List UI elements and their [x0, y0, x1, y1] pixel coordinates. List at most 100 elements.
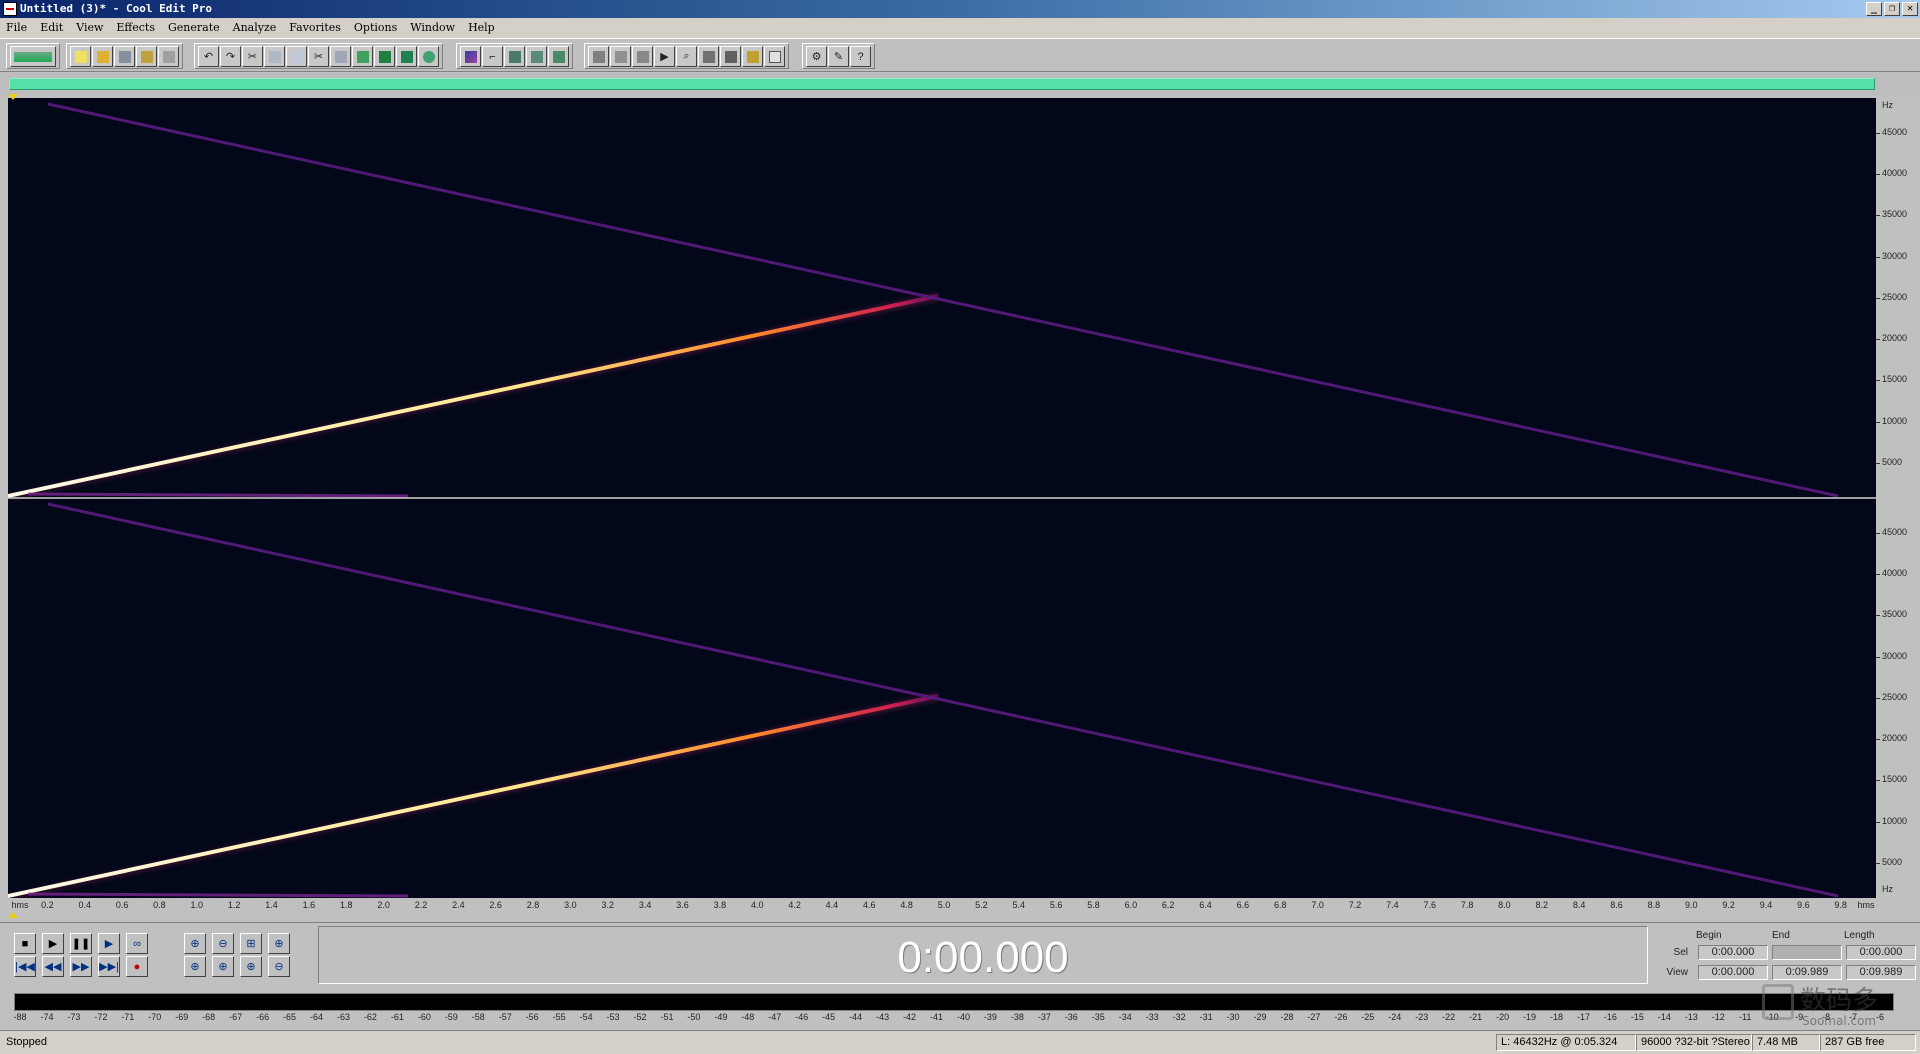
- play-list-icon[interactable]: ▶: [654, 46, 675, 67]
- meter-label: -67: [229, 1012, 243, 1022]
- waveform-view-icon[interactable]: [460, 46, 481, 67]
- rewind-button[interactable]: ◀◀: [42, 956, 64, 977]
- zoom-left-button[interactable]: ⊕: [184, 956, 206, 977]
- level-icon[interactable]: [698, 46, 719, 67]
- zoom-selection-button[interactable]: ⊕: [240, 956, 262, 977]
- restore-button[interactable]: ❐: [1884, 2, 1900, 16]
- info-icon[interactable]: [764, 46, 785, 67]
- metronome-icon[interactable]: [548, 46, 569, 67]
- play-to-end-button[interactable]: ▶: [98, 933, 120, 954]
- go-to-end-button[interactable]: ▶▶|: [98, 956, 120, 977]
- menu-favorites[interactable]: Favorites: [289, 18, 341, 38]
- ruler-icon[interactable]: [504, 46, 525, 67]
- menu-help[interactable]: Help: [468, 18, 495, 38]
- settings-icon[interactable]: ⚙: [806, 46, 827, 67]
- convert-icon[interactable]: [418, 46, 439, 67]
- start-cursor-marker[interactable]: [8, 94, 18, 100]
- hz-tick: [1876, 821, 1880, 823]
- app-icon[interactable]: [3, 2, 17, 16]
- time-label: 6.2: [1161, 900, 1175, 910]
- help-icon[interactable]: ?: [850, 46, 871, 67]
- minimize-button[interactable]: _: [1866, 2, 1882, 16]
- script-icon[interactable]: ✎: [828, 46, 849, 67]
- fast-forward-button[interactable]: ▶▶: [70, 956, 92, 977]
- menu-analyze[interactable]: Analyze: [233, 18, 277, 38]
- paste-icon[interactable]: [330, 46, 351, 67]
- meter-label: -26: [1334, 1012, 1348, 1022]
- view-end-field[interactable]: 0:09.989: [1772, 965, 1842, 980]
- zoom-in-button[interactable]: ⊕: [184, 933, 206, 954]
- zoom-buttons: ⊕ ⊖ ⊞ ⊕ ⊕ ⊕ ⊕ ⊖: [184, 933, 292, 978]
- close-icon[interactable]: [158, 46, 179, 67]
- menu-file[interactable]: File: [6, 18, 27, 38]
- scan-icon[interactable]: ⌕: [676, 46, 697, 67]
- time-icon[interactable]: [720, 46, 741, 67]
- size-readout: 7.48 MB: [1752, 1034, 1820, 1051]
- menu-generate[interactable]: Generate: [168, 18, 220, 38]
- zoom-full-button[interactable]: ⊞: [240, 933, 262, 954]
- grid-icon[interactable]: [526, 46, 547, 67]
- pause-button[interactable]: ❚❚: [70, 933, 92, 954]
- zoom-right-button[interactable]: ⊕: [212, 956, 234, 977]
- toolbar-group-effects: ▶ ⌕: [584, 43, 789, 69]
- zoom-vertical-in-button[interactable]: ⊕: [268, 933, 290, 954]
- view-range-thumb[interactable]: [9, 78, 1875, 90]
- sel-end-field[interactable]: [1772, 945, 1842, 960]
- close-button[interactable]: ✕: [1902, 2, 1918, 16]
- hz-label: 35000: [1882, 609, 1908, 620]
- sel-length-field[interactable]: 0:00.000: [1846, 945, 1916, 960]
- hz-label: 35000: [1882, 209, 1908, 220]
- hz-tick: [1876, 615, 1880, 617]
- spectral-display[interactable]: [8, 98, 1876, 898]
- begin-header: Begin: [1696, 930, 1722, 941]
- menu-window[interactable]: Window: [410, 18, 455, 38]
- zoom-vertical-out-button[interactable]: ⊖: [268, 956, 290, 977]
- view-begin-field[interactable]: 0:00.000: [1698, 965, 1768, 980]
- play-button[interactable]: ▶: [42, 933, 64, 954]
- meter-label: -31: [1199, 1012, 1213, 1022]
- redo-icon[interactable]: ↷: [220, 46, 241, 67]
- view-length-field[interactable]: 0:09.989: [1846, 965, 1916, 980]
- marker-icon[interactable]: [742, 46, 763, 67]
- cue-icon[interactable]: [632, 46, 653, 67]
- copy-new-icon[interactable]: [264, 46, 285, 67]
- paste-new-icon[interactable]: [352, 46, 373, 67]
- playhead-marker[interactable]: [8, 912, 18, 918]
- new-icon[interactable]: [70, 46, 91, 67]
- channel-right: [8, 502, 1839, 898]
- menu-view[interactable]: View: [76, 18, 103, 38]
- copy-icon[interactable]: [286, 46, 307, 67]
- repeat-icon[interactable]: ✂: [242, 46, 263, 67]
- time-label: 6.6: [1236, 900, 1250, 910]
- stop-button[interactable]: ■: [14, 933, 36, 954]
- spectral-view-icon[interactable]: ⌐: [482, 46, 503, 67]
- sweep-up-right: [8, 694, 938, 898]
- go-to-start-button[interactable]: |◀◀: [14, 956, 36, 977]
- time-label: 9.2: [1722, 900, 1735, 910]
- zoom-out-button[interactable]: ⊖: [212, 933, 234, 954]
- open-icon[interactable]: [92, 46, 113, 67]
- menu-options[interactable]: Options: [354, 18, 397, 38]
- time-label: 7.0: [1311, 900, 1324, 910]
- undo-icon[interactable]: ↶: [198, 46, 219, 67]
- time-ruler[interactable]: hms hms 0.2 0.4 0.6 0.8 1.0 1.2 1.4 1.6 1.8 2.0 2.…: [0, 898, 1920, 912]
- cut-icon[interactable]: ✂: [308, 46, 329, 67]
- record-button[interactable]: ●: [126, 956, 148, 977]
- view-range-bar[interactable]: [0, 73, 1920, 95]
- menu-effects[interactable]: Effects: [116, 18, 155, 38]
- loop-button[interactable]: ∞: [126, 933, 148, 954]
- time-label: 2.8: [526, 900, 540, 910]
- sel-begin-field[interactable]: 0:00.000: [1698, 945, 1768, 960]
- trim-icon[interactable]: [396, 46, 417, 67]
- menu-edit[interactable]: Edit: [40, 18, 63, 38]
- save-as-icon[interactable]: [136, 46, 157, 67]
- frequency-icon[interactable]: [610, 46, 631, 67]
- time-label: 5.0: [937, 900, 951, 910]
- meter-label: -50: [687, 1012, 701, 1022]
- time-label: 3.2: [601, 900, 615, 910]
- multitrack-toggle-icon[interactable]: [10, 46, 56, 67]
- save-icon[interactable]: [114, 46, 135, 67]
- mix-paste-icon[interactable]: [374, 46, 395, 67]
- hz-tick: [1876, 215, 1880, 217]
- analyze-icon[interactable]: [588, 46, 609, 67]
